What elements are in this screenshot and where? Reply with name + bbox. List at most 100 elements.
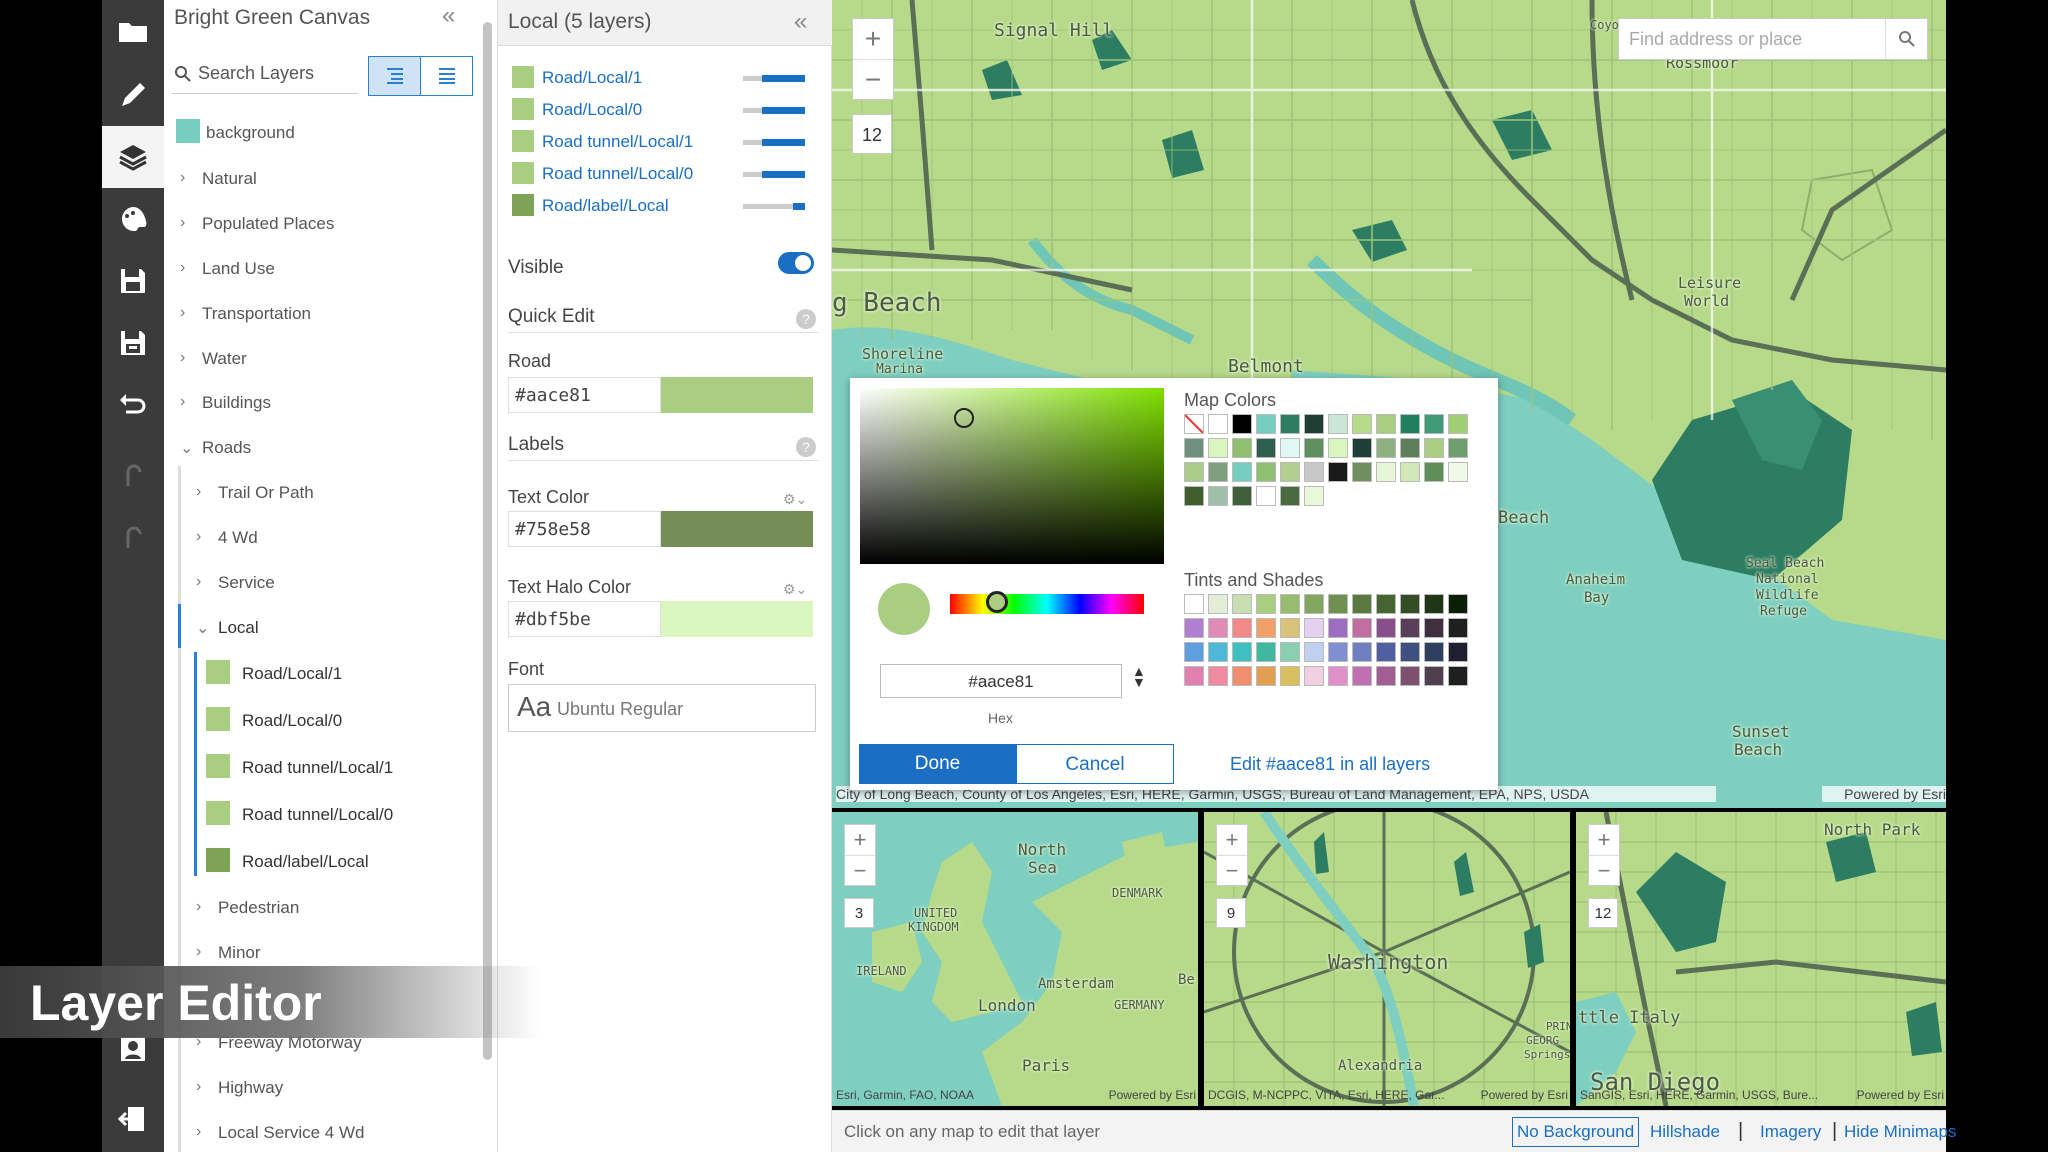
done-button[interactable]: Done xyxy=(859,744,1016,784)
text-color-hex[interactable]: #758e58 xyxy=(508,511,661,547)
map-color-swatch[interactable] xyxy=(1352,438,1372,458)
gear-icon[interactable]: ⚙⌄ xyxy=(783,581,807,598)
opacity-slider[interactable] xyxy=(743,75,805,82)
tint-swatch[interactable] xyxy=(1184,666,1204,686)
map-color-swatch[interactable] xyxy=(1400,414,1420,434)
map-color-swatch[interactable] xyxy=(1280,486,1300,506)
format-spinner[interactable]: ▲ ▼ xyxy=(1132,664,1146,689)
zoom-out-button[interactable]: − xyxy=(853,59,893,99)
tint-swatch[interactable] xyxy=(1184,594,1204,614)
zoom-out-button[interactable]: − xyxy=(845,855,875,885)
save-icon[interactable] xyxy=(102,250,164,312)
zoom-in-button[interactable]: + xyxy=(845,825,875,855)
zoom-out-button[interactable]: − xyxy=(1589,855,1619,885)
map-color-swatch[interactable] xyxy=(1328,462,1348,482)
text-halo-swatch[interactable] xyxy=(661,601,813,637)
map-color-swatch[interactable] xyxy=(1256,462,1276,482)
map-color-swatch[interactable] xyxy=(1184,462,1204,482)
opacity-slider[interactable] xyxy=(743,139,805,146)
tint-swatch[interactable] xyxy=(1232,666,1252,686)
map-color-swatch[interactable] xyxy=(1256,486,1276,506)
scrollbar-thumb[interactable] xyxy=(483,22,492,1060)
minimap-europe[interactable]: North Sea UNITED KINGDOM IRELAND DENMARK… xyxy=(832,812,1198,1106)
map-color-swatch[interactable] xyxy=(1304,462,1324,482)
save-as-icon[interactable] xyxy=(102,312,164,374)
tint-swatch[interactable] xyxy=(1304,666,1324,686)
layers-icon[interactable] xyxy=(102,126,164,188)
map-color-swatch[interactable] xyxy=(1256,414,1276,434)
zoom-out-button[interactable]: − xyxy=(1217,855,1247,885)
map-color-swatch[interactable] xyxy=(1352,462,1372,482)
undo-history-icon[interactable] xyxy=(102,374,164,436)
map-color-swatch[interactable] xyxy=(1448,462,1468,482)
tint-swatch[interactable] xyxy=(1424,594,1444,614)
map-color-swatch[interactable] xyxy=(1256,438,1276,458)
hide-minimaps-link[interactable]: Hide Minimaps xyxy=(1844,1122,1956,1142)
map-color-swatch[interactable] xyxy=(1400,438,1420,458)
cancel-button[interactable]: Cancel xyxy=(1016,744,1174,784)
map-color-swatch[interactable] xyxy=(1448,438,1468,458)
tint-swatch[interactable] xyxy=(1352,642,1372,662)
map-color-swatch[interactable] xyxy=(1304,438,1324,458)
tint-swatch[interactable] xyxy=(1256,642,1276,662)
map-color-swatch[interactable] xyxy=(1376,462,1396,482)
imagery-link[interactable]: Imagery xyxy=(1760,1122,1821,1142)
tint-swatch[interactable] xyxy=(1232,594,1252,614)
map-color-swatch[interactable] xyxy=(1232,486,1252,506)
tint-swatch[interactable] xyxy=(1280,594,1300,614)
map-color-swatch[interactable] xyxy=(1376,414,1396,434)
collapse-panel-icon[interactable]: « xyxy=(442,2,455,30)
tint-swatch[interactable] xyxy=(1280,666,1300,686)
hue-slider[interactable] xyxy=(950,594,1144,614)
edit-in-all-layers-link[interactable]: Edit #aace81 in all layers xyxy=(1230,754,1430,775)
tint-swatch[interactable] xyxy=(1400,618,1420,638)
tint-swatch[interactable] xyxy=(1424,618,1444,638)
hillshade-link[interactable]: Hillshade xyxy=(1650,1122,1720,1142)
map-color-swatch[interactable] xyxy=(1424,462,1444,482)
road-color-hex[interactable]: #aace81 xyxy=(508,377,661,413)
font-selector[interactable]: Aa Ubuntu Regular xyxy=(508,684,816,732)
map-color-swatch[interactable] xyxy=(1328,438,1348,458)
map-color-swatch[interactable] xyxy=(1232,414,1252,434)
tint-swatch[interactable] xyxy=(1184,618,1204,638)
tint-swatch[interactable] xyxy=(1400,642,1420,662)
opacity-slider[interactable] xyxy=(743,107,805,114)
tint-swatch[interactable] xyxy=(1376,642,1396,662)
map-color-swatch[interactable] xyxy=(1280,414,1300,434)
tint-swatch[interactable] xyxy=(1448,666,1468,686)
list-view-button[interactable] xyxy=(368,56,421,96)
tint-swatch[interactable] xyxy=(1328,666,1348,686)
minimap-san-diego[interactable]: North Park ttle Italy San Diego + − 12 S… xyxy=(1576,812,1946,1106)
tint-swatch[interactable] xyxy=(1376,594,1396,614)
tint-swatch[interactable] xyxy=(1232,618,1252,638)
search-icon[interactable] xyxy=(1885,19,1927,59)
visible-toggle[interactable] xyxy=(778,252,814,274)
text-color-swatch[interactable] xyxy=(661,511,813,547)
map-color-swatch[interactable] xyxy=(1208,486,1228,506)
map-color-swatch[interactable] xyxy=(1448,414,1468,434)
help-icon[interactable]: ? xyxy=(796,309,816,329)
zoom-in-button[interactable]: + xyxy=(853,19,893,59)
tint-swatch[interactable] xyxy=(1280,642,1300,662)
tint-swatch[interactable] xyxy=(1328,642,1348,662)
map-color-swatch[interactable] xyxy=(1424,414,1444,434)
redo-icon[interactable] xyxy=(102,506,164,568)
map-color-swatch[interactable] xyxy=(1280,462,1300,482)
undo-icon[interactable] xyxy=(102,444,164,506)
search-layers-input[interactable]: Search Layers xyxy=(172,56,358,94)
opacity-slider[interactable] xyxy=(743,203,805,210)
map-color-swatch[interactable] xyxy=(1304,486,1324,506)
tint-swatch[interactable] xyxy=(1256,618,1276,638)
tint-swatch[interactable] xyxy=(1448,618,1468,638)
tint-swatch[interactable] xyxy=(1352,666,1372,686)
palette-icon[interactable] xyxy=(102,188,164,250)
tint-swatch[interactable] xyxy=(1400,594,1420,614)
tint-swatch[interactable] xyxy=(1304,594,1324,614)
tint-swatch[interactable] xyxy=(1448,594,1468,614)
tint-swatch[interactable] xyxy=(1304,618,1324,638)
flat-list-button[interactable] xyxy=(420,56,473,96)
tint-swatch[interactable] xyxy=(1208,666,1228,686)
collapse-panel-icon[interactable]: « xyxy=(794,8,807,36)
tint-swatch[interactable] xyxy=(1208,642,1228,662)
zoom-in-button[interactable]: + xyxy=(1589,825,1619,855)
